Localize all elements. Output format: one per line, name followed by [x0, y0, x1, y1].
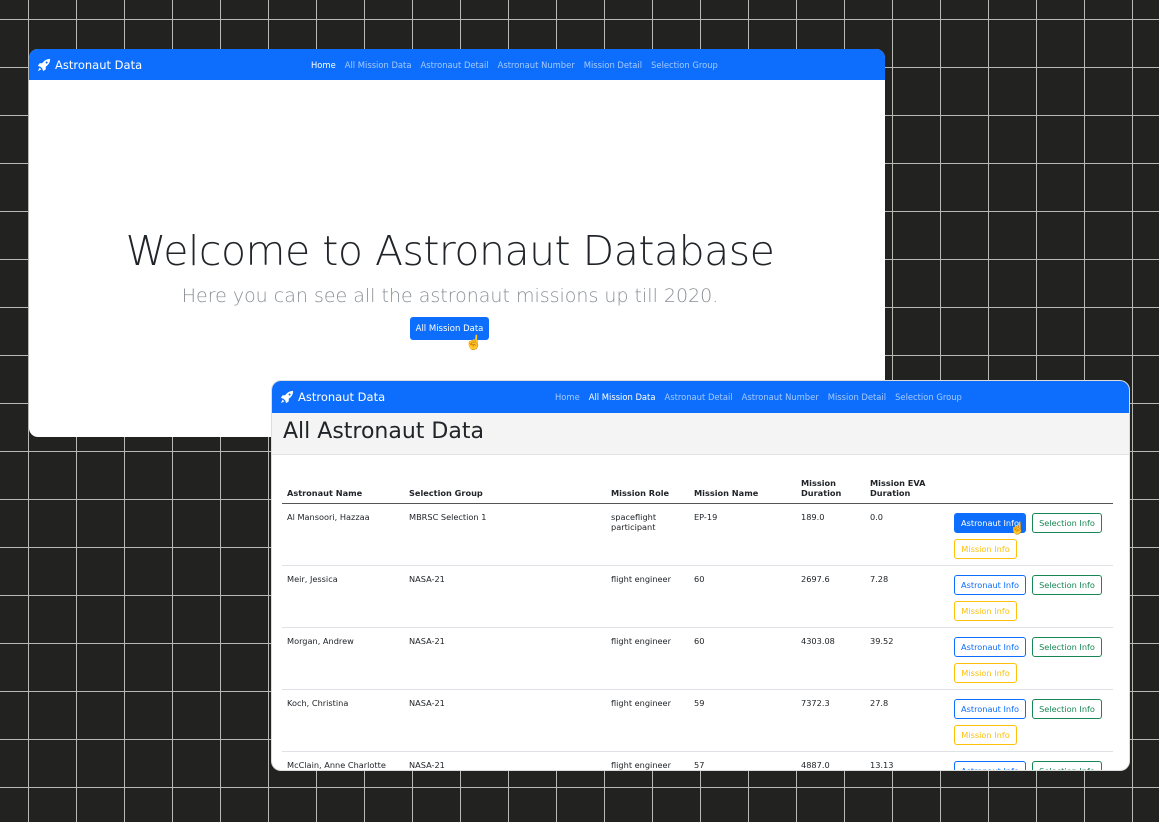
astronaut-info-button[interactable]: Astronaut Info [954, 575, 1026, 595]
column-header-actions [949, 467, 1113, 504]
table-row: Morgan, Andrew NASA-21 flight engineer 60 43… [282, 627, 1113, 690]
mission-info-button[interactable]: Mission Info [954, 601, 1017, 621]
cell-mission: 57 [689, 751, 796, 770]
table-row: Al Mansoori, Hazzaa MBRSC Selection 1 spac… [282, 503, 1113, 566]
column-header: Selection Group [404, 467, 606, 504]
cell-eva: 7.28 [865, 565, 949, 628]
cell-name: McClain, Anne Charlotte [282, 751, 404, 770]
astronaut-info-button[interactable]: Astronaut Info [954, 637, 1026, 657]
cell-duration: 4303.08 [796, 627, 865, 690]
rocket-icon [37, 58, 51, 71]
nav-links: Home All Mission Data Astronaut Detail Astr… [555, 392, 962, 402]
page-subtitle: Here you can see all the astronaut missi… [181, 285, 719, 307]
home-window: Astronaut Data Home All Mission Data Astro… [29, 49, 885, 437]
cell-name: Al Mansoori, Hazzaa [282, 503, 404, 566]
cell-eva: 39.52 [865, 627, 949, 690]
row-actions: Astronaut Info Selection Info Mission Info [954, 574, 1106, 621]
selection-info-button[interactable]: Selection Info [1032, 699, 1102, 719]
column-header: Mission Role [606, 467, 689, 504]
nav-link-home[interactable]: Home [555, 392, 580, 402]
cell-actions: Astronaut InfoSelection InfoMission Info [949, 751, 1113, 770]
cell-name: Koch, Christina [282, 689, 404, 752]
nav-link-astronaut-number[interactable]: Astronaut Number [742, 392, 819, 402]
cell-mission: EP-19 [689, 503, 796, 566]
table-row: Koch, Christina NASA-21 flight engineer 59 7… [282, 689, 1113, 752]
column-header: Astronaut Name [282, 467, 404, 504]
cell-mission: 60 [689, 565, 796, 628]
nav-link-mission-detail[interactable]: Mission Detail [828, 392, 886, 402]
row-actions: Astronaut InfoSelection InfoMission Info [954, 760, 1106, 770]
navbar-brand[interactable]: Astronaut Data [280, 390, 385, 404]
row-actions: Astronaut Info Selection Info Mission Info [954, 698, 1106, 745]
cell-actions: Astronaut Info Selection Info Mission Info [949, 565, 1113, 628]
navbar: Astronaut Data Home All Mission Data Astro… [29, 49, 885, 80]
cell-role: flight engineer [606, 751, 689, 770]
cell-group: NASA-21 [404, 627, 606, 690]
selection-info-button[interactable]: Selection Info [1032, 513, 1102, 533]
cell-actions: Astronaut InfoSelection InfoMission Info [949, 503, 1113, 566]
column-header: Mission Name [689, 467, 796, 504]
cell-group: NASA-21 [404, 751, 606, 770]
table-header-row: Astronaut Name Selection Group Mission R… [282, 467, 1113, 504]
row-actions: Astronaut Info Selection Info Mission Info [954, 636, 1106, 683]
page-title: All Astronaut Data [283, 419, 484, 444]
brand-label: Astronaut Data [298, 390, 386, 404]
cell-group: MBRSC Selection 1 [404, 503, 606, 566]
nav-link-selection-group[interactable]: Selection Group [895, 392, 962, 402]
nav-link-all-mission-data[interactable]: All Mission Data [589, 392, 656, 402]
cell-eva: 27.8 [865, 689, 949, 752]
astronaut-info-button[interactable]: Astronaut Info [954, 761, 1026, 770]
nav-link-home[interactable]: Home [311, 60, 336, 70]
nav-links: Home All Mission Data Astronaut Detail Astr… [311, 60, 718, 70]
cell-group: NASA-21 [404, 689, 606, 752]
cell-duration: 4887.0 [796, 751, 865, 770]
cell-eva: 13.13 [865, 751, 949, 770]
mission-info-button[interactable]: Mission Info [954, 663, 1017, 683]
navbar-brand[interactable]: Astronaut Data [37, 58, 142, 72]
cell-actions: Astronaut Info Selection Info Mission Info [949, 627, 1113, 690]
missions-table: Astronaut Name Selection Group Mission R… [282, 467, 1113, 770]
selection-info-button[interactable]: Selection Info [1032, 761, 1102, 770]
page-title: Welcome to Astronaut Database [125, 227, 775, 275]
nav-link-astronaut-detail[interactable]: Astronaut Detail [420, 60, 488, 70]
mission-window: Astronaut Data Home All Mission Data Astro… [272, 381, 1129, 770]
cell-role: flight engineer [606, 627, 689, 690]
cell-actions: Astronaut Info Selection Info Mission Info [949, 689, 1113, 752]
cell-eva: 0.0 [865, 503, 949, 566]
selection-info-button[interactable]: Selection Info [1032, 637, 1102, 657]
hand-cursor-icon: ☝ [465, 334, 483, 350]
mission-info-button[interactable]: Mission Info [954, 725, 1017, 745]
column-header: Mission EVA Duration [865, 467, 949, 504]
cell-role: spaceflight participant [606, 503, 689, 566]
nav-link-astronaut-detail[interactable]: Astronaut Detail [664, 392, 732, 402]
cell-duration: 2697.6 [796, 565, 865, 628]
row-actions: Astronaut InfoSelection InfoMission Info [954, 512, 1106, 559]
nav-link-selection-group[interactable]: Selection Group [651, 60, 718, 70]
cell-duration: 189.0 [796, 503, 865, 566]
navbar: Astronaut Data Home All Mission Data Astro… [272, 381, 1129, 413]
astronaut-info-button[interactable]: Astronaut Info [954, 699, 1026, 719]
mission-info-button[interactable]: Mission Info [954, 539, 1017, 559]
cell-role: flight engineer [606, 565, 689, 628]
selection-info-button[interactable]: Selection Info [1032, 575, 1102, 595]
rocket-icon [280, 390, 294, 404]
cell-role: flight engineer [606, 689, 689, 752]
table-row: Meir, Jessica NASA-21 flight engineer 60 269… [282, 565, 1113, 628]
cell-group: NASA-21 [404, 565, 606, 628]
cell-duration: 7372.3 [796, 689, 865, 752]
cell-name: Meir, Jessica [282, 565, 404, 628]
column-header: Mission Duration [796, 467, 865, 504]
page-header: All Astronaut Data [272, 413, 1129, 455]
nav-link-mission-detail[interactable]: Mission Detail [584, 60, 642, 70]
brand-label: Astronaut Data [55, 57, 143, 72]
table-row: McClain, Anne Charlotte NASA-21 flight eng… [282, 751, 1113, 770]
cell-name: Morgan, Andrew [282, 627, 404, 690]
nav-link-astronaut-number[interactable]: Astronaut Number [498, 60, 575, 70]
nav-link-all-mission-data[interactable]: All Mission Data [345, 60, 412, 70]
hand-cursor-icon: ☝ [1010, 521, 1025, 535]
cell-mission: 59 [689, 689, 796, 752]
cell-mission: 60 [689, 627, 796, 690]
